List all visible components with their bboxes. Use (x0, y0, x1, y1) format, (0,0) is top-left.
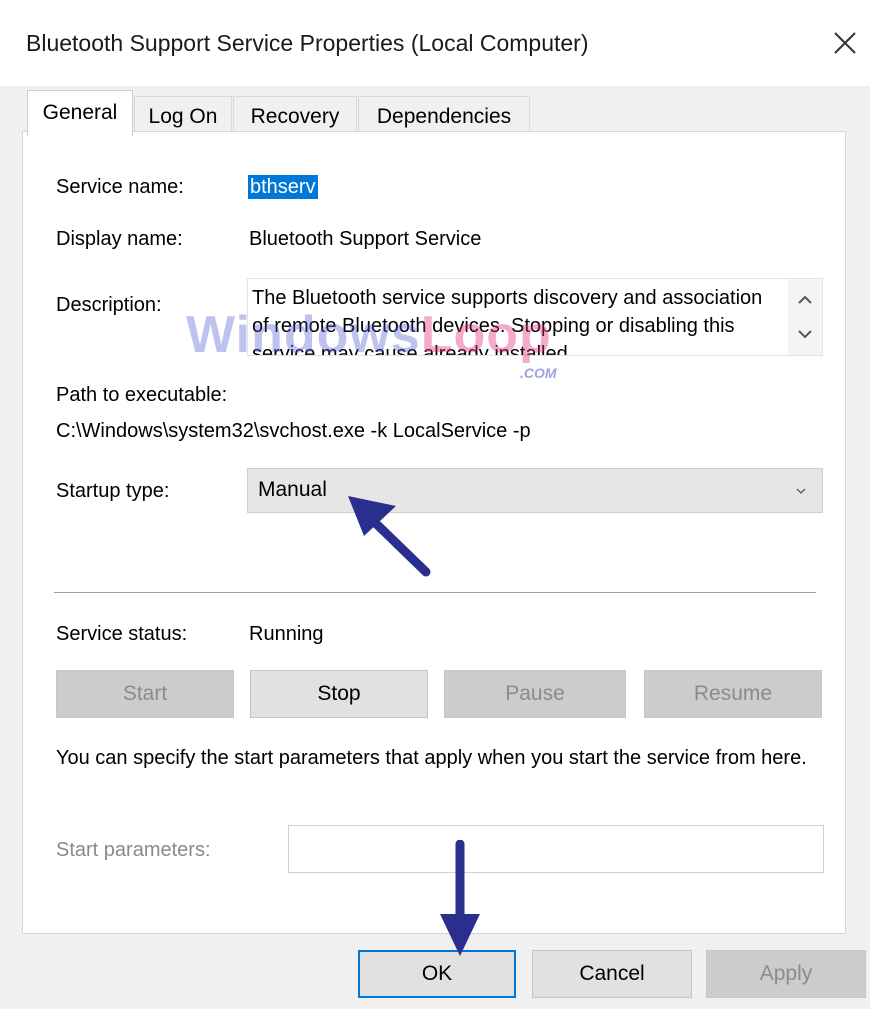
display-name-value[interactable]: Bluetooth Support Service (249, 228, 481, 251)
description-scrollbar[interactable] (788, 279, 822, 355)
path-value: C:\Windows\system32\svchost.exe -k Local… (56, 420, 531, 442)
annotation-arrow-ok (440, 840, 480, 956)
chevron-down-icon (796, 488, 806, 495)
service-status-label: Service status: (56, 623, 188, 645)
path-label: Path to executable: (56, 384, 228, 406)
description-label: Description: (56, 294, 162, 316)
watermark-suffix: .COM (520, 365, 557, 381)
start-params-input[interactable] (288, 825, 824, 873)
start-button[interactable]: Start (56, 670, 234, 718)
stop-button[interactable]: Stop (250, 670, 428, 718)
apply-button[interactable]: Apply (706, 950, 866, 998)
pause-button[interactable]: Pause (444, 670, 626, 718)
watermark-logo: WindowsLoop (186, 305, 552, 365)
start-params-label: Start parameters: (56, 839, 211, 861)
startup-type-value: Manual (258, 478, 327, 501)
watermark-main: Windows (186, 306, 421, 364)
annotation-arrow-startup (348, 496, 431, 577)
service-name-text: bthserv (248, 175, 318, 199)
service-name-label: Service name: (56, 176, 184, 198)
service-name-value[interactable]: bthserv (248, 175, 318, 199)
scroll-down-icon[interactable] (788, 317, 822, 351)
display-name-label: Display name: (56, 228, 183, 250)
startup-type-label: Startup type: (56, 480, 170, 502)
cancel-button[interactable]: Cancel (532, 950, 692, 998)
service-status-value: Running (249, 623, 324, 645)
resume-button[interactable]: Resume (644, 670, 822, 718)
start-params-hint: You can specify the start parameters tha… (56, 747, 807, 769)
divider (54, 592, 816, 593)
watermark-accent: Loop (420, 306, 552, 364)
scroll-up-icon[interactable] (788, 283, 822, 317)
